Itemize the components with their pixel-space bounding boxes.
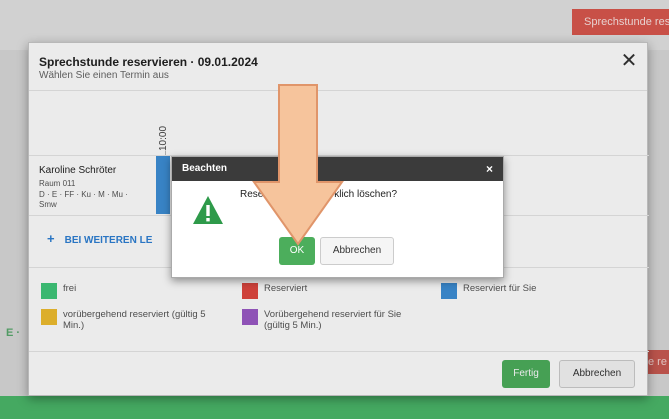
cancel-button[interactable]: Abbrechen — [320, 237, 394, 265]
confirm-header: Beachten × — [172, 157, 503, 181]
confirm-dialog: Beachten × Reserv virklich löschen? OK Ab… — [171, 156, 504, 278]
warning-icon — [193, 196, 223, 224]
confirm-message-start: Reserv — [240, 189, 272, 200]
close-icon[interactable]: × — [486, 162, 493, 176]
confirm-message-end: virklich löschen? — [323, 189, 398, 200]
confirm-message: Reserv virklich löschen? — [240, 189, 397, 200]
confirm-title: Beachten — [182, 163, 228, 174]
ok-button[interactable]: OK — [279, 237, 315, 265]
